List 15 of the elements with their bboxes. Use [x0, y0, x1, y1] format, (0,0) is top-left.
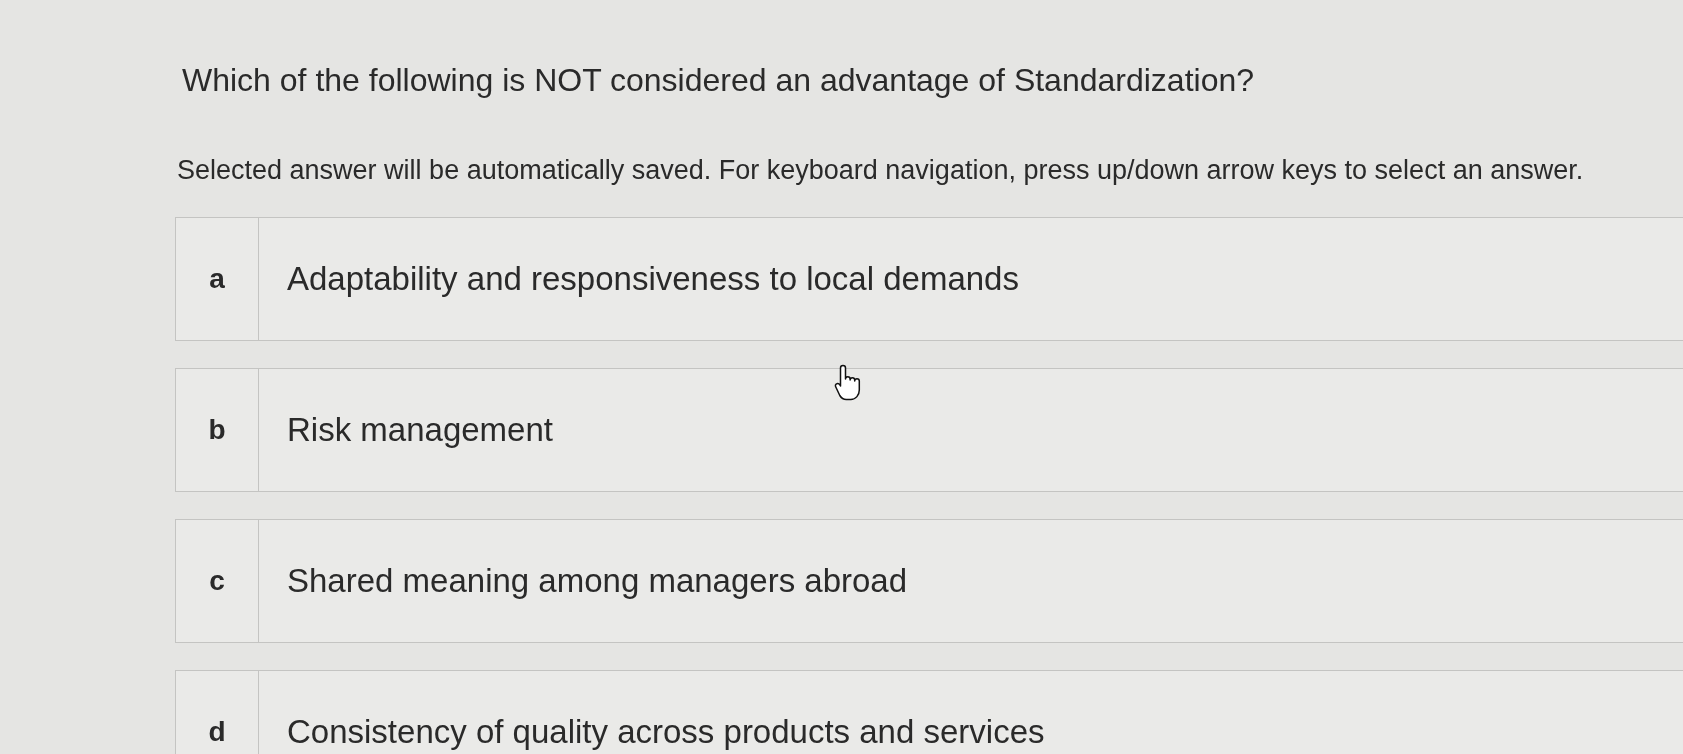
instructions-text: Selected answer will be automatically saved. For keyboard navigation, press up/down arrow keys to select an answer. — [177, 154, 1584, 187]
question-text: Which of the following is NOT considered an advantage of Standardization? — [182, 61, 1255, 99]
answer-option[interactable]: d Consistency of quality across products and services — [175, 670, 1683, 754]
option-letter: a — [209, 262, 225, 296]
option-letter: b — [208, 413, 226, 447]
option-text: Risk management — [287, 410, 553, 450]
answer-option[interactable]: b Risk management — [175, 368, 1683, 492]
option-text: Adaptability and responsiveness to local demands — [287, 259, 1019, 299]
option-text: Consistency of quality across products and services — [287, 712, 1045, 752]
option-text: Shared meaning among managers abroad — [287, 561, 908, 601]
option-letter: d — [208, 715, 226, 749]
answer-option[interactable]: c Shared meaning among managers abroad — [175, 519, 1683, 643]
option-letter: c — [209, 564, 225, 598]
hand-cursor-icon — [834, 363, 862, 401]
answer-option[interactable]: a Adaptability and responsiveness to local demands — [175, 217, 1683, 341]
